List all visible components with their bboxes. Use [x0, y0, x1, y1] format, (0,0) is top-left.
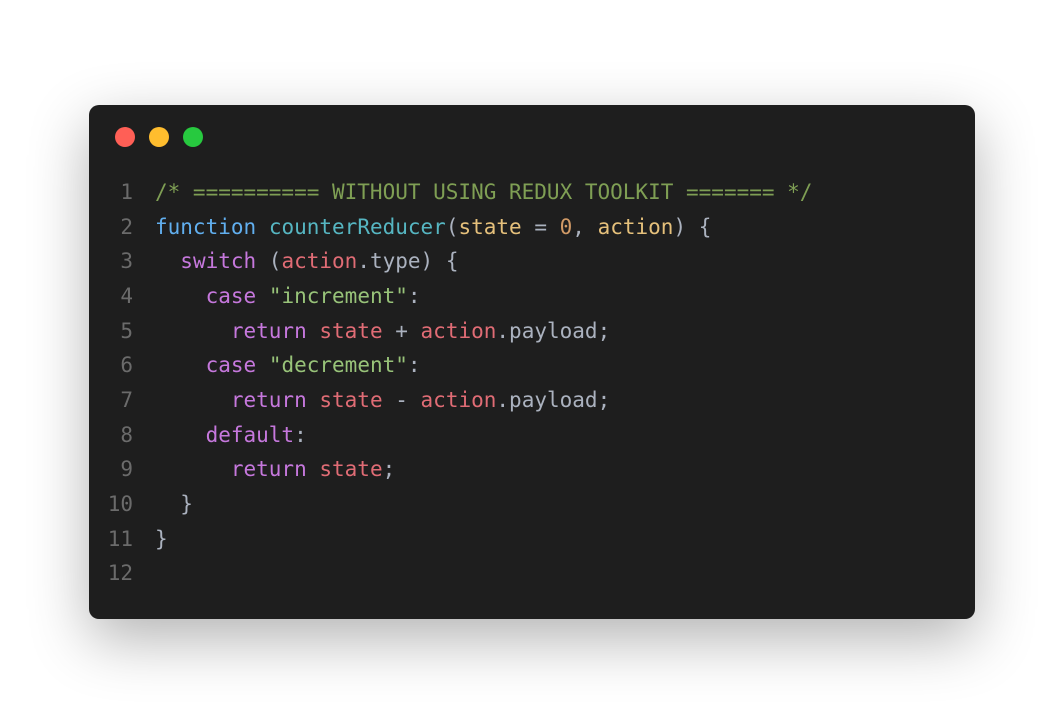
line-number: 4: [99, 279, 155, 314]
token: state: [458, 215, 521, 239]
code-line: 9 return state;: [99, 452, 965, 487]
line-number: 1: [99, 175, 155, 210]
token: :: [408, 353, 421, 377]
token: (: [256, 249, 281, 273]
token: .: [496, 319, 509, 343]
token: :: [408, 284, 421, 308]
token: state: [319, 319, 382, 343]
token: [256, 215, 269, 239]
token: =: [522, 215, 560, 239]
code-line: 4 case "increment":: [99, 279, 965, 314]
token: action: [281, 249, 357, 273]
code-content: /* ========== WITHOUT USING REDUX TOOLKI…: [155, 175, 812, 210]
code-line: 5 return state + action.payload;: [99, 314, 965, 349]
token: return: [231, 457, 307, 481]
code-line: 12: [99, 556, 965, 591]
token: state: [319, 388, 382, 412]
code-content: switch (action.type) {: [155, 244, 458, 279]
token: [155, 319, 231, 343]
token: [155, 457, 231, 481]
token: }: [155, 527, 168, 551]
code-content: return state - action.payload;: [155, 383, 610, 418]
line-number: 9: [99, 452, 155, 487]
line-number: 12: [99, 556, 155, 591]
code-line: 1/* ========== WITHOUT USING REDUX TOOLK…: [99, 175, 965, 210]
token: /* ========== WITHOUT USING REDUX TOOLKI…: [155, 180, 812, 204]
line-number: 5: [99, 314, 155, 349]
token: return: [231, 388, 307, 412]
line-number: 6: [99, 348, 155, 383]
code-line: 2function counterReducer(state = 0, acti…: [99, 210, 965, 245]
token: case: [206, 284, 257, 308]
code-content: return state;: [155, 452, 395, 487]
code-line: 8 default:: [99, 418, 965, 453]
code-content: function counterReducer(state = 0, actio…: [155, 210, 711, 245]
code-line: 7 return state - action.payload;: [99, 383, 965, 418]
token: :: [294, 423, 307, 447]
line-number: 10: [99, 487, 155, 522]
token: ;: [598, 319, 611, 343]
line-number: 8: [99, 418, 155, 453]
token: "decrement": [269, 353, 408, 377]
token: [155, 353, 206, 377]
token: [307, 319, 320, 343]
token: ) {: [421, 249, 459, 273]
token: action: [598, 215, 674, 239]
token: [256, 353, 269, 377]
token: .: [496, 388, 509, 412]
line-number: 2: [99, 210, 155, 245]
minimize-icon[interactable]: [149, 127, 169, 147]
code-line: 3 switch (action.type) {: [99, 244, 965, 279]
token: ) {: [673, 215, 711, 239]
token: .: [357, 249, 370, 273]
token: state: [319, 457, 382, 481]
token: switch: [180, 249, 256, 273]
token: payload: [509, 319, 598, 343]
token: ,: [572, 215, 597, 239]
token: default: [206, 423, 295, 447]
code-editor[interactable]: 1/* ========== WITHOUT USING REDUX TOOLK…: [89, 157, 975, 591]
code-content: return state + action.payload;: [155, 314, 610, 349]
code-content: }: [155, 522, 168, 557]
token: action: [421, 388, 497, 412]
token: return: [231, 319, 307, 343]
token: ;: [383, 457, 396, 481]
token: [256, 284, 269, 308]
token: -: [383, 388, 421, 412]
token: (: [446, 215, 459, 239]
code-content: }: [155, 487, 193, 522]
line-number: 11: [99, 522, 155, 557]
code-line: 11}: [99, 522, 965, 557]
token: "increment": [269, 284, 408, 308]
token: payload: [509, 388, 598, 412]
code-content: case "decrement":: [155, 348, 421, 383]
code-line: 10 }: [99, 487, 965, 522]
close-icon[interactable]: [115, 127, 135, 147]
token: [307, 457, 320, 481]
token: type: [370, 249, 421, 273]
token: [155, 423, 206, 447]
token: counterReducer: [269, 215, 446, 239]
code-content: case "increment":: [155, 279, 421, 314]
token: +: [383, 319, 421, 343]
token: [307, 388, 320, 412]
token: ;: [598, 388, 611, 412]
token: [155, 284, 206, 308]
zoom-icon[interactable]: [183, 127, 203, 147]
window-titlebar: [89, 105, 975, 157]
code-line: 6 case "decrement":: [99, 348, 965, 383]
token: [155, 249, 180, 273]
token: }: [155, 492, 193, 516]
code-content: default:: [155, 418, 307, 453]
line-number: 3: [99, 244, 155, 279]
token: function: [155, 215, 256, 239]
token: case: [206, 353, 257, 377]
code-window: 1/* ========== WITHOUT USING REDUX TOOLK…: [89, 105, 975, 619]
token: 0: [560, 215, 573, 239]
token: action: [421, 319, 497, 343]
line-number: 7: [99, 383, 155, 418]
token: [155, 388, 231, 412]
